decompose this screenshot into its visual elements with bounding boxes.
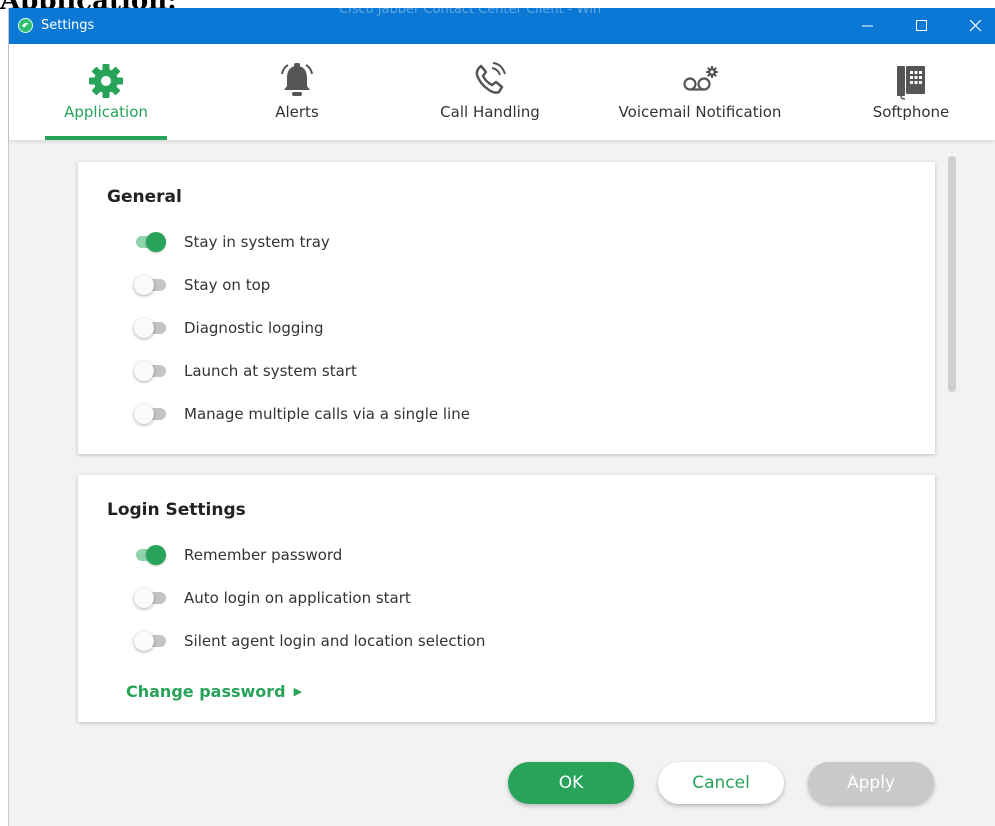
setting-label: Launch at system start [184,362,357,380]
bell-icon [277,62,317,98]
cancel-button[interactable]: Cancel [658,762,784,804]
active-tab-indicator [45,136,167,140]
toggle-switch[interactable] [134,275,166,295]
tab-label: Softphone [872,103,950,121]
change-password-link[interactable]: Change password ▶ [126,682,302,701]
tab-label: Alerts [275,103,319,121]
settings-tab-bar: Application Alerts Call Handling Voicema… [9,44,995,140]
link-label: Change password [126,682,286,701]
desk-phone-icon [891,62,931,100]
minimize-icon [862,25,873,27]
toggle-switch[interactable] [134,232,166,252]
toggle-switch[interactable] [134,404,166,424]
tab-softphone[interactable]: Softphone [861,44,961,140]
setting-label: Stay on top [184,276,271,294]
section-title: Login Settings [107,500,246,520]
phone-icon [470,62,510,98]
setting-label: Auto login on application start [184,589,411,607]
toggle-switch[interactable] [134,588,166,608]
toggle-switch[interactable] [134,545,166,565]
caret-right-icon: ▶ [293,685,303,698]
tab-voicemail-notification[interactable]: Voicemail Notification [613,44,787,140]
ok-button[interactable]: OK [508,762,634,804]
maximize-button[interactable] [895,8,949,44]
setting-label: Stay in system tray [184,233,330,251]
tab-alerts[interactable]: Alerts [249,44,345,140]
close-button[interactable] [949,8,995,44]
setting-row: Diagnostic logging [134,315,324,341]
setting-row: Silent agent login and location selectio… [134,628,485,654]
window-title: Settings [41,18,95,33]
toggle-switch[interactable] [134,318,166,338]
voicemail-icon [680,62,720,98]
toggle-switch[interactable] [134,361,166,381]
settings-window: Cisco Jabber Contact Center Client - Win… [9,2,995,826]
general-section: General Stay in system tray Stay on top … [78,162,935,454]
setting-row: Stay on top [134,272,270,298]
close-icon [970,20,982,32]
setting-label: Diagnostic logging [184,319,324,337]
minimize-button[interactable] [841,8,895,44]
title-bar[interactable]: Cisco Jabber Contact Center Client - Win… [9,2,995,44]
setting-row: Remember password [134,542,342,568]
section-title: General [107,187,182,207]
login-settings-section: Login Settings Remember password Auto lo… [78,475,935,722]
tab-application[interactable]: Application [45,44,167,140]
tab-label: Call Handling [440,103,540,121]
setting-label: Manage multiple calls via a single line [184,405,470,423]
tab-call-handling[interactable]: Call Handling [429,44,551,140]
setting-label: Remember password [184,546,343,564]
background-window-title: Cisco Jabber Contact Center Client - Win [339,2,602,17]
scrollbar-thumb[interactable] [948,156,956,392]
toggle-switch[interactable] [134,631,166,651]
setting-label: Silent agent login and location selectio… [184,632,486,650]
maximize-icon [916,20,927,31]
setting-row: Auto login on application start [134,585,411,611]
setting-row: Stay in system tray [134,229,330,255]
tab-label: Voicemail Notification [618,103,782,121]
apply-button[interactable]: Apply [808,762,934,804]
tab-label: Application [64,103,148,121]
setting-row: Launch at system start [134,358,357,384]
app-logo-icon [18,18,33,33]
setting-row: Manage multiple calls via a single line [134,401,470,427]
gear-icon [86,62,126,98]
